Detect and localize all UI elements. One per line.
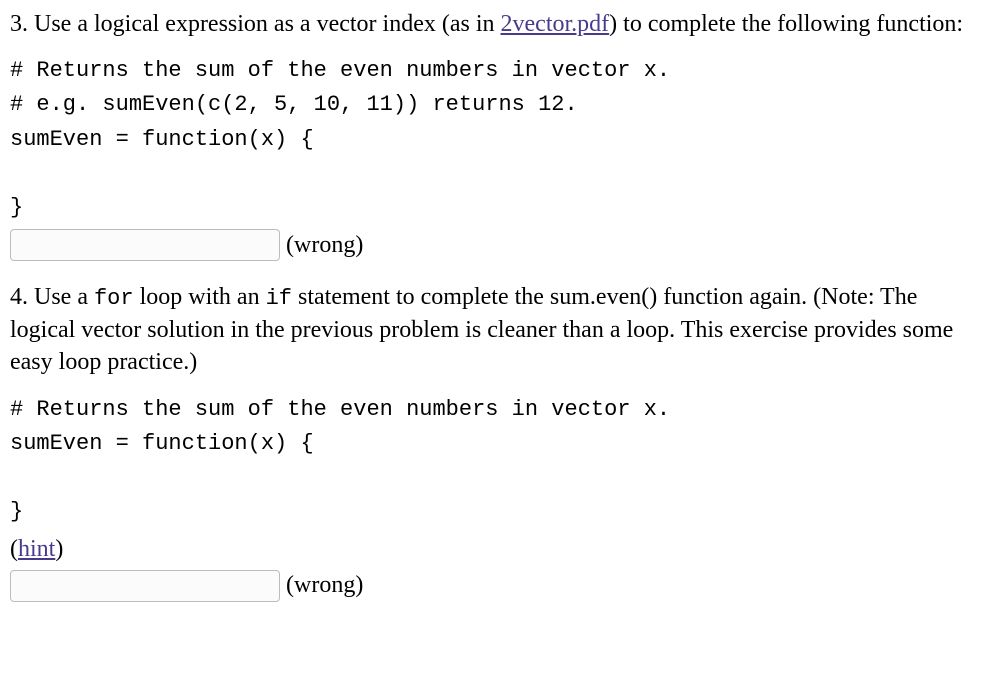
q3-status: (wrong) [286,229,363,261]
q4-status: (wrong) [286,569,363,601]
q4-code-for: for [94,286,134,311]
q3-answer-row: (wrong) [10,229,980,261]
q4-hint-link[interactable]: hint [18,536,55,562]
q3-prompt: 3. Use a logical expression as a vector … [10,8,980,40]
q4-code: # Returns the sum of the even numbers in… [10,393,980,529]
q4-prompt-a: 4. Use a [10,284,94,310]
q4-prompt: 4. Use a for loop with an if statement t… [10,281,980,378]
q3-prompt-after: ) to complete the following function: [609,11,963,37]
q3-answer-input[interactable] [10,229,280,261]
q4-answer-row: (wrong) [10,569,980,601]
q3-prompt-before: 3. Use a logical expression as a vector … [10,11,501,37]
q3-code: # Returns the sum of the even numbers in… [10,54,980,224]
q4-prompt-b: loop with an [134,284,266,310]
q4-answer-input[interactable] [10,570,280,602]
q4-code-if: if [266,286,292,311]
q3-link[interactable]: 2vector.pdf [501,11,610,37]
q4-hint-line: (hint) [10,533,980,565]
